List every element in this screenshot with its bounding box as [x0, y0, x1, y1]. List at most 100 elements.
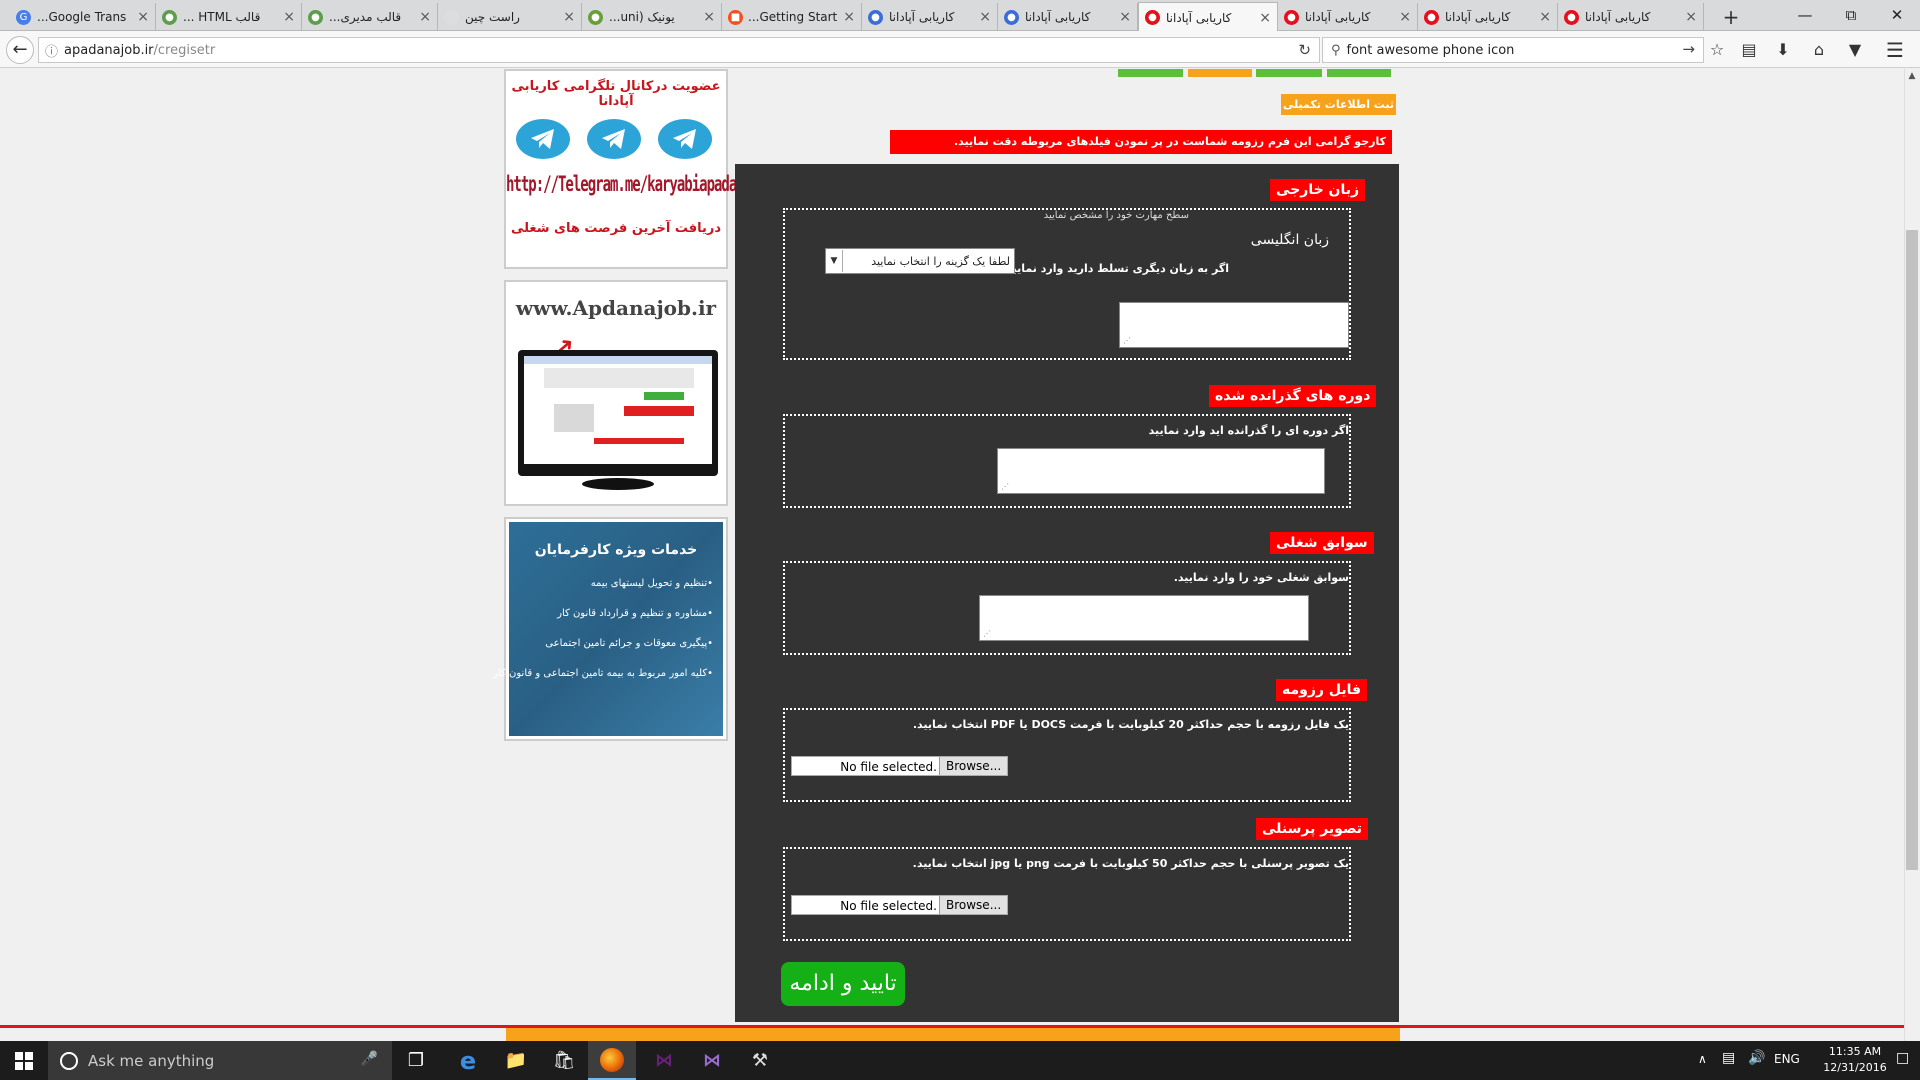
close-tab-icon[interactable]: ×: [979, 9, 991, 25]
tab-title: یونیک (uni...: [609, 10, 675, 24]
minimize-button[interactable]: —: [1782, 0, 1828, 31]
reload-icon[interactable]: ↻: [1298, 41, 1311, 59]
new-tab-button[interactable]: +: [1718, 5, 1744, 29]
complete-info-label[interactable]: ثبت اطلاعات تکمیلی: [1281, 94, 1396, 115]
reader-list-icon[interactable]: ▤: [1736, 38, 1762, 62]
cortana-search[interactable]: Ask me anything 🎤: [48, 1041, 392, 1080]
tab-3[interactable]: ● قالب مدیری... ×: [302, 3, 438, 31]
search-bar[interactable]: ⚲ font awesome phone icon →: [1322, 37, 1704, 63]
close-tab-icon[interactable]: ×: [419, 9, 431, 25]
bookmark-star-icon[interactable]: ☆: [1704, 38, 1730, 62]
edge-icon[interactable]: e: [444, 1041, 492, 1080]
tab-title: راست چین: [465, 10, 520, 24]
submit-button[interactable]: تایید و ادامه: [781, 962, 905, 1006]
back-button[interactable]: ←: [6, 36, 34, 64]
resize-grip-icon[interactable]: ⋰: [1001, 482, 1009, 491]
microphone-icon[interactable]: 🎤: [361, 1051, 378, 1067]
start-button[interactable]: [0, 1041, 48, 1080]
employer-services-list: •تنظیم و تحویل لیستهای بیمه •مشاوره و تنظ…: [493, 578, 713, 698]
top-nav-button-2[interactable]: [1188, 69, 1252, 77]
cortana-search-input[interactable]: Ask me anything: [88, 1052, 214, 1070]
english-label: زبان انگلیسی: [1250, 232, 1329, 248]
resize-grip-icon[interactable]: ⋰: [983, 629, 991, 638]
close-tab-icon[interactable]: ×: [137, 9, 149, 25]
experience-hint: سوابق شغلی خود را وارد نمایید.: [1173, 571, 1349, 584]
tab-title: کاریابی آپادانا: [1025, 10, 1091, 24]
photo-browse-button[interactable]: Browse...: [939, 896, 1008, 914]
favicon-icon: ●: [588, 9, 603, 25]
other-language-textarea[interactable]: ⋰: [1119, 302, 1349, 348]
english-level-select[interactable]: ▼ لطفا یک گزینه را انتخاب نمایید: [825, 248, 1015, 274]
close-tab-icon[interactable]: ×: [563, 9, 575, 25]
footer-menu-bar: [506, 1028, 1400, 1041]
close-tab-icon[interactable]: ×: [703, 9, 715, 25]
action-center-icon[interactable]: □: [1896, 1050, 1909, 1066]
close-tab-icon[interactable]: ×: [283, 9, 295, 25]
tab-7[interactable]: ● کاریابی آپادانا ×: [862, 3, 998, 31]
scroll-up-arrow-icon[interactable]: ▲: [1906, 71, 1918, 83]
photo-section-heading: تصویر پرسنلی: [1256, 818, 1368, 840]
pocket-icon[interactable]: ▼: [1842, 38, 1868, 62]
store-icon[interactable]: 🛍: [540, 1041, 588, 1080]
url-bar[interactable]: ⓘ apadanajob.ir/cregisetr ↻: [38, 37, 1320, 63]
home-icon[interactable]: ⌂: [1806, 38, 1832, 62]
tab-9[interactable]: ● کاریابی آپادانا ×: [1138, 2, 1278, 32]
tab-title: کاریابی آپادانا: [1305, 10, 1371, 24]
experience-textarea[interactable]: ⋰: [979, 595, 1309, 641]
tab-4[interactable]: راست چین ×: [438, 3, 582, 31]
top-nav-button-3[interactable]: [1256, 69, 1322, 77]
scrollbar-thumb[interactable]: [1906, 230, 1918, 870]
file-explorer-icon[interactable]: 📁: [492, 1041, 540, 1080]
photo-file-input[interactable]: No file selected. Browse...: [791, 895, 1009, 915]
close-tab-icon[interactable]: ×: [1685, 9, 1697, 25]
close-tab-icon[interactable]: ×: [843, 9, 855, 25]
language-indicator[interactable]: ENG: [1774, 1052, 1800, 1066]
task-view-icon[interactable]: ❐: [392, 1041, 440, 1080]
telegram-icon[interactable]: [587, 119, 641, 159]
telegram-icon[interactable]: [658, 119, 712, 159]
tab-2[interactable]: ● قالب HTML ... ×: [156, 3, 302, 31]
visual-studio-code-icon[interactable]: ⋈: [640, 1041, 688, 1080]
tab-11[interactable]: ● کاریابی آپادانا ×: [1418, 3, 1558, 31]
close-tab-icon[interactable]: ×: [1119, 9, 1131, 25]
telegram-link[interactable]: http://Telegram.me/karyabiapadanaa: [506, 173, 760, 197]
telegram-caption: دریافت آخرین فرصت های شغلی: [510, 221, 722, 236]
show-hidden-icons-icon[interactable]: ∧: [1698, 1052, 1707, 1066]
resume-browse-button[interactable]: Browse...: [939, 757, 1008, 775]
resume-fieldset: یک فایل رزومه با حجم حداکثر 20 کیلوبایت …: [783, 708, 1351, 802]
download-icon[interactable]: ⬇: [1770, 38, 1796, 62]
volume-icon[interactable]: 🔊: [1748, 1050, 1765, 1066]
favicon-icon: ■: [728, 9, 743, 25]
close-tab-icon[interactable]: ×: [1399, 9, 1411, 25]
tool-app-icon[interactable]: ⚒: [736, 1041, 784, 1080]
url-path: /cregisetr: [153, 42, 216, 58]
telegram-icon[interactable]: [516, 119, 570, 159]
top-nav-button-4[interactable]: [1327, 69, 1391, 77]
tab-title: کاریابی آپادانا: [1166, 10, 1232, 25]
close-tab-icon[interactable]: ×: [1539, 9, 1551, 25]
tab-10[interactable]: ● کاریابی آپادانا ×: [1278, 3, 1418, 31]
close-window-button[interactable]: ✕: [1874, 0, 1920, 31]
maximize-button[interactable]: ⧉: [1828, 0, 1874, 31]
favicon-icon: ●: [1424, 9, 1439, 25]
clock[interactable]: 11:35 AM 12/31/2016: [1812, 1044, 1898, 1076]
close-tab-icon[interactable]: ×: [1259, 10, 1271, 26]
visual-studio-icon[interactable]: ⋈: [688, 1041, 736, 1080]
search-input[interactable]: font awesome phone icon: [1347, 43, 1515, 58]
employer-services-banner[interactable]: خدمات ویژه کارفرمایان •تنظیم و تحویل لیس…: [493, 517, 728, 741]
network-icon[interactable]: ▤: [1722, 1050, 1735, 1066]
firefox-icon[interactable]: [588, 1041, 636, 1080]
top-nav-button-1[interactable]: [1118, 69, 1183, 77]
url-host: apadanajob.ir: [64, 42, 154, 58]
tab-8[interactable]: ● کاریابی آپادانا ×: [998, 3, 1138, 31]
tab-12[interactable]: ● کاریابی آپادانا ×: [1558, 3, 1704, 31]
website-banner[interactable]: www.Apdanajob.ir ➜: [504, 280, 728, 506]
resize-grip-icon[interactable]: ⋰: [1123, 336, 1131, 345]
menu-hamburger-icon[interactable]: ☰: [1882, 38, 1908, 62]
resume-file-input[interactable]: No file selected. Browse...: [791, 756, 1009, 776]
tab-6[interactable]: ■ Getting Start... ×: [722, 3, 862, 31]
tab-1[interactable]: G Google Trans... ×: [10, 3, 156, 31]
courses-textarea[interactable]: ⋰: [997, 448, 1325, 494]
go-arrow-icon[interactable]: →: [1682, 40, 1695, 58]
tab-5[interactable]: ● یونیک (uni... ×: [582, 3, 722, 31]
